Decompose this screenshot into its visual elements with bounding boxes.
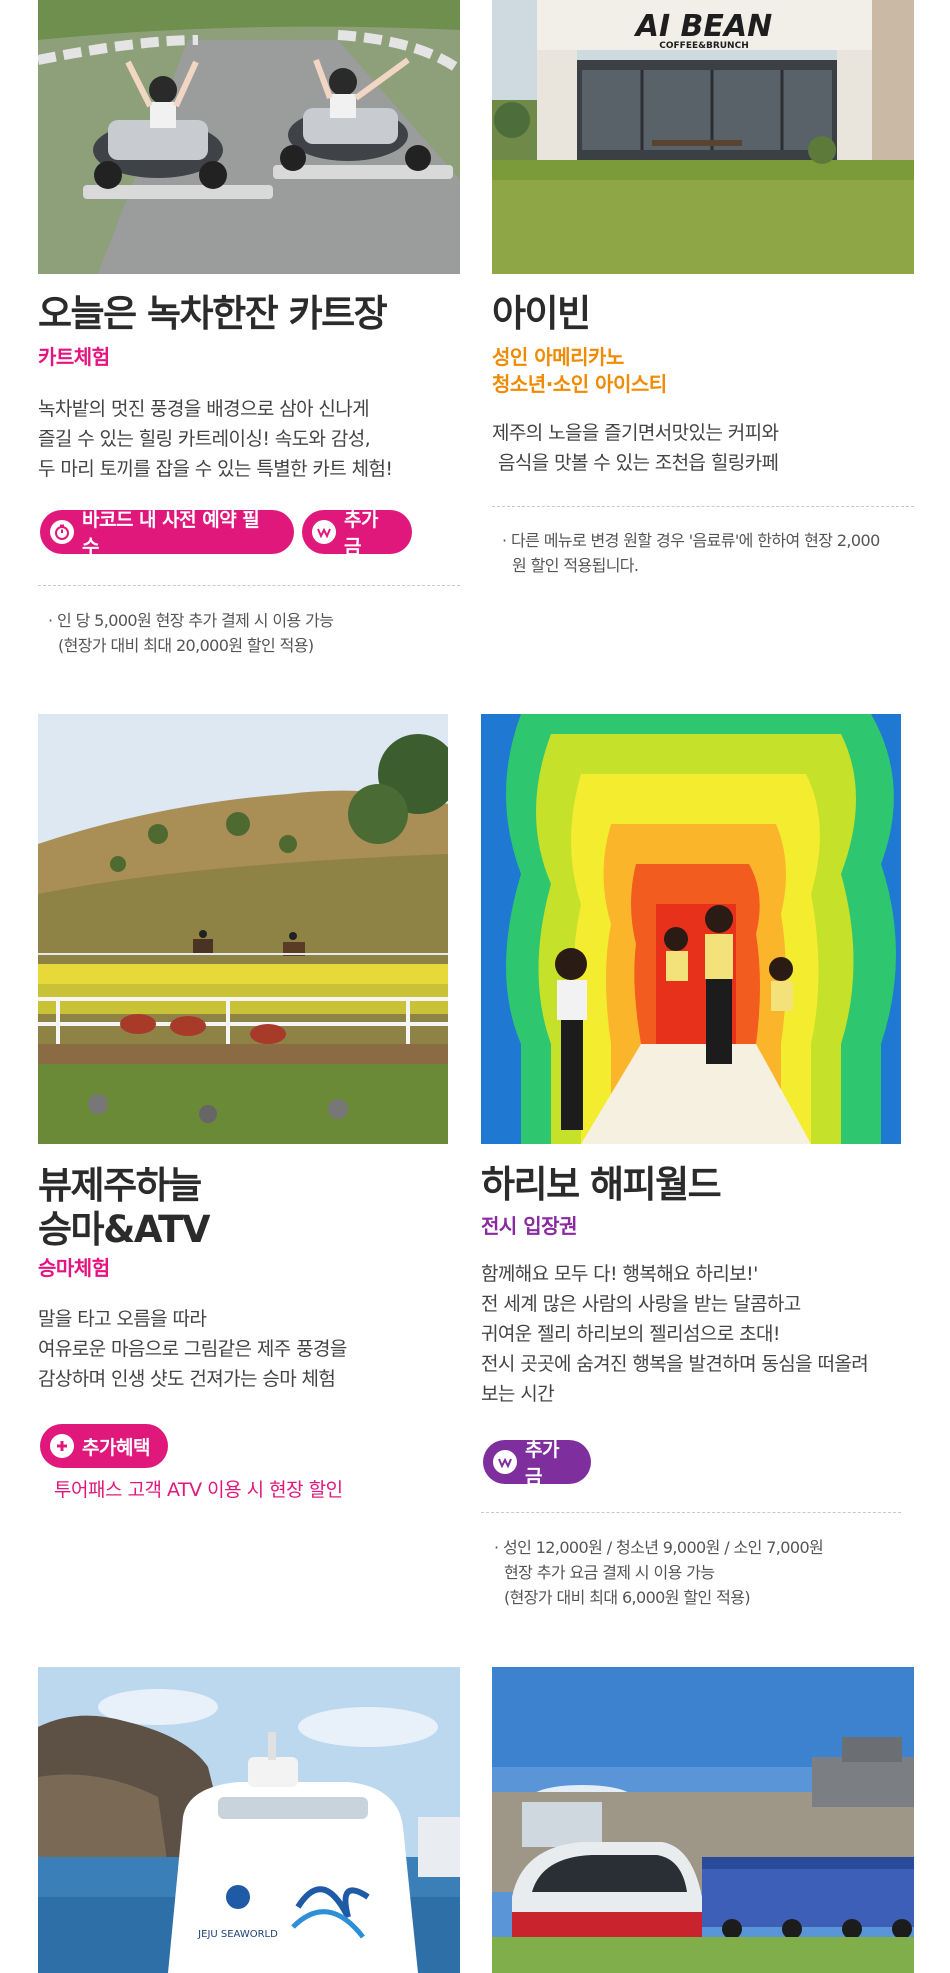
aibean-description: 제주의 노을을 즐기면서맛있는 커피와 음식을 맛볼 수 있는 조천읍 힐링카페 xyxy=(492,422,779,474)
seaworld-submarine-photo: JEJU SEAWORLD xyxy=(38,1667,460,1973)
haribo-subtitle: 전시 입장권 xyxy=(481,1214,577,1238)
kart-description: 녹차밭의 멋진 풍경을 배경으로 삼아 신나게 즐길 수 있는 힐링 카트레이싱… xyxy=(38,398,393,480)
divider xyxy=(492,506,914,507)
divider xyxy=(38,585,460,586)
haribo-title: 하리보 해피월드 xyxy=(481,1163,722,1206)
ev-car-photo xyxy=(492,1667,914,1973)
horse-title: 뷰제주하늘 승마&ATV xyxy=(38,1164,210,1251)
aibean-subtitle: 성인 아메리카노 청소년·소인 아이스티 xyxy=(492,345,667,396)
reservation-required-badge: 바코드 내 사전 예약 필수 xyxy=(40,509,294,558)
extra-benefit-badge: 추가혜택 xyxy=(40,1424,168,1468)
plus-icon xyxy=(50,1434,74,1458)
aibean-title: 아이빈 xyxy=(492,292,591,335)
kart-photo xyxy=(38,0,460,274)
clock-icon xyxy=(50,520,74,544)
kart-subtitle: 카트체험 xyxy=(38,345,110,369)
horse-riding-photo xyxy=(38,714,448,1144)
aibean-cafe-photo: AI BEAN COFFEE&BRUNCH xyxy=(492,0,914,274)
horse-description: 말을 타고 오름을 따라 여유로운 마음으로 그림같은 제주 풍경을 감상하며 … xyxy=(38,1308,347,1390)
divider xyxy=(481,1512,901,1513)
cafe-sign-sub: COFFEE&BRUNCH xyxy=(659,41,748,51)
seaworld-logo: JEJU SEAWORLD xyxy=(197,1929,278,1940)
extra-charge-badge: 추가금 xyxy=(302,509,412,558)
won-coin-icon xyxy=(493,1450,517,1474)
kart-note: · 인 당 5,000원 현장 추가 결제 시 이용 가능 (현장가 대비 최대… xyxy=(48,611,334,655)
aibean-note: · 다른 메뉴로 변경 원할 경우 '음료류'에 한하여 현장 2,000 원 … xyxy=(502,531,880,575)
haribo-note: · 성인 12,000원 / 청소년 9,000원 / 소인 7,000원 현장… xyxy=(494,1538,824,1607)
haribo-exhibit-photo xyxy=(481,714,901,1144)
cafe-sign: AI BEAN xyxy=(634,9,773,44)
horse-benefit-text: 투어패스 고객 ATV 이용 시 현장 할인 xyxy=(54,1479,343,1501)
haribo-description: 함께해요 모두 다! 행복해요 하리보!' 전 세계 많은 사람의 사랑을 받는… xyxy=(481,1263,869,1405)
horse-subtitle: 승마체험 xyxy=(38,1256,110,1280)
won-coin-icon xyxy=(312,520,336,544)
kart-title: 오늘은 녹차한잔 카트장 xyxy=(38,292,388,335)
extra-charge-badge: 추가금 xyxy=(483,1439,591,1488)
